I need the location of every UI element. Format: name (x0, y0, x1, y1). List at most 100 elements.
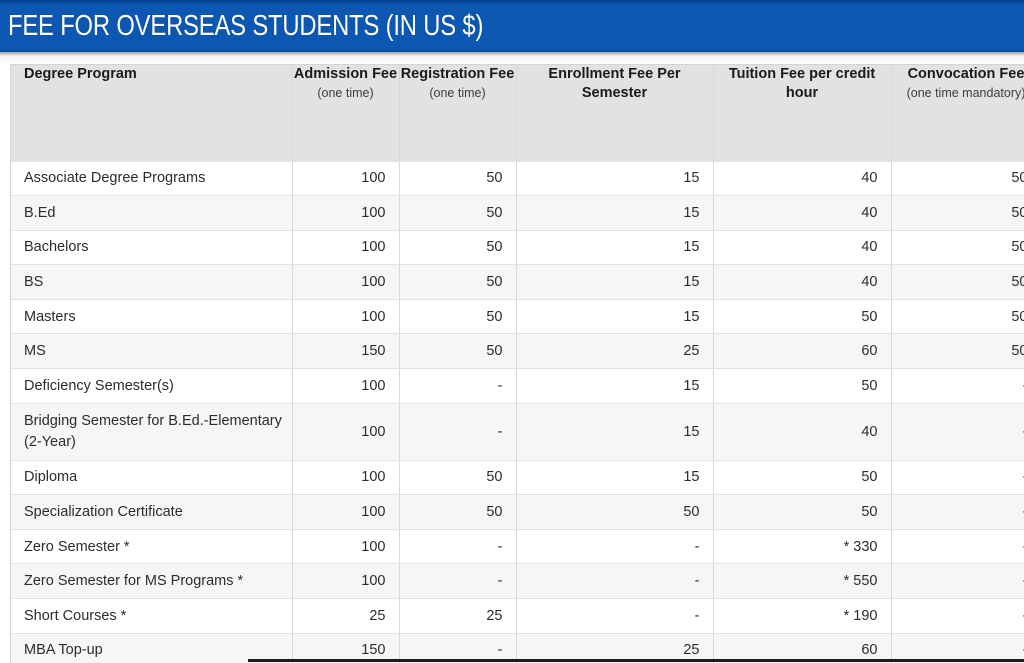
cell-tuition-fee: 40 (713, 403, 892, 461)
page-title: FEE FOR OVERSEAS STUDENTS (IN US $) (8, 10, 484, 42)
column-header-label: Admission Fee (293, 66, 398, 82)
cell-convocation-fee: - (891, 403, 1024, 461)
table-row: BS 100 50 15 40 50 (11, 264, 1024, 300)
header-row: Degree Program Admission Fee (one time) … (11, 65, 1024, 162)
cell-admission-fee: 100 (292, 563, 400, 600)
cell-registration-fee: 50 (399, 195, 517, 231)
cell-convocation-fee: 50 (891, 230, 1024, 266)
cell-tuition-fee: 40 (713, 195, 892, 231)
cell-tuition-fee: 50 (713, 368, 892, 404)
cell-convocation-fee: - (891, 460, 1024, 496)
cell-admission-fee: 100 (292, 195, 400, 231)
cell-convocation-fee: 50 (891, 195, 1024, 231)
cell-enrollment-fee: 15 (516, 368, 714, 404)
cell-tuition-fee: 50 (713, 299, 892, 335)
cell-admission-fee: 150 (292, 333, 400, 370)
degree-program-label: BS (24, 274, 44, 291)
cell-tuition-fee: 60 (713, 333, 892, 370)
cell-tuition-fee: 40 (713, 264, 892, 300)
cell-degree-program: MS (11, 333, 293, 370)
cell-admission-fee: 100 (292, 299, 400, 335)
cell-tuition-fee: 40 (713, 230, 892, 266)
degree-program-label: MS (24, 343, 46, 360)
column-header-convocation-fee: Convocation Fee (one time mandatory) (891, 65, 1024, 162)
cell-registration-fee: 50 (399, 264, 517, 300)
column-header-tuition-fee: Tuition Fee per credit hour (713, 65, 892, 162)
cell-registration-fee: 50 (399, 460, 517, 496)
column-header-enrollment-fee: Enrollment Fee Per Semester (516, 65, 714, 162)
cell-registration-fee: 50 (399, 494, 517, 530)
cell-degree-program: Specialization Certificate (11, 494, 293, 530)
table-row: Bridging Semester for B.Ed.-Elementary (… (11, 403, 1024, 461)
cell-tuition-fee: 50 (713, 494, 892, 530)
degree-program-label: Zero Semester * (24, 538, 130, 555)
cell-enrollment-fee: 15 (516, 161, 714, 197)
cell-enrollment-fee: 50 (516, 494, 714, 530)
cell-enrollment-fee: 25 (516, 333, 714, 370)
column-header-sublabel: (one time) (429, 86, 486, 100)
fee-table-page: FEE FOR OVERSEAS STUDENTS (IN US $) Degr… (0, 0, 1024, 663)
table-row: Specialization Certificate100505050- (11, 494, 1024, 530)
cell-convocation-fee: - (891, 598, 1024, 634)
cell-degree-program: Bachelors (11, 230, 293, 266)
cell-degree-program: Associate Degree Programs (11, 161, 293, 197)
table-row: Associate Degree Programs 100 50 15 40 50 (11, 161, 1024, 197)
table-row: Short Courses *2525-* 190- (11, 598, 1024, 634)
cell-enrollment-fee: 15 (516, 299, 714, 335)
cell-degree-program: B.Ed (11, 195, 293, 231)
table-row: MS 150 50 25 60 50 (11, 333, 1024, 370)
column-header-sublabel: (one time mandatory) (906, 86, 1024, 100)
cell-registration-fee: 50 (399, 230, 517, 266)
cell-convocation-fee: - (891, 494, 1024, 530)
table-row: Zero Semester for MS Programs * 100- - * 55… (11, 563, 1024, 600)
column-header-label: Tuition Fee per credit hour (728, 66, 876, 101)
cell-enrollment-fee: - (516, 598, 714, 634)
cell-degree-program: Masters (11, 299, 293, 335)
cell-admission-fee: 100 (292, 264, 400, 300)
cell-degree-program: Bridging Semester for B.Ed.-Elementary (… (11, 403, 293, 461)
cell-degree-program: BS (11, 264, 293, 300)
cell-convocation-fee: - (891, 368, 1024, 404)
cell-degree-program: Zero Semester for MS Programs * (11, 563, 293, 600)
fee-table-container: Degree Program Admission Fee (one time) … (10, 64, 1024, 663)
cell-convocation-fee: 50 (891, 264, 1024, 300)
cell-registration-fee: - (399, 403, 517, 461)
fee-table-body: Associate Degree Programs 100 50 15 40 50 B.Ed… (11, 161, 1024, 663)
column-header-admission-fee: Admission Fee (one time) (292, 65, 400, 162)
column-header-label: Convocation Fee (907, 66, 1024, 82)
degree-program-label: Deficiency Semester(s) (24, 377, 174, 394)
cell-tuition-fee: 50 (713, 460, 892, 496)
column-header-degree-program: Degree Program (11, 65, 293, 162)
column-header-label: Registration Fee (400, 66, 515, 82)
cell-registration-fee: - (399, 563, 517, 600)
table-row: Zero Semester *100--* 330- (11, 529, 1024, 565)
cell-enrollment-fee: 15 (516, 403, 714, 461)
table-row: B.Ed 100 50 15 40 50 (11, 195, 1024, 231)
degree-program-label: Short Courses * (24, 607, 127, 624)
cell-admission-fee: 100 (292, 460, 400, 496)
cell-degree-program: Deficiency Semester(s) (11, 368, 293, 404)
cell-admission-fee: 100 (292, 230, 400, 266)
column-header-sublabel: (one time) (317, 86, 374, 100)
table-row: Bachelors 100 50 15 40 50 (11, 230, 1024, 266)
cell-convocation-fee: 50 (891, 161, 1024, 197)
cell-enrollment-fee: 15 (516, 264, 714, 300)
cell-degree-program: Zero Semester * (11, 529, 293, 565)
degree-program-label: Bridging Semester for B.Ed.-Elementary (… (24, 412, 282, 450)
column-header-label: Enrollment Fee Per Semester (548, 66, 681, 101)
table-row: Masters 100 50 15 50 50 (11, 299, 1024, 335)
cell-enrollment-fee: 15 (516, 195, 714, 231)
cell-enrollment-fee: - (516, 563, 714, 600)
degree-program-label: Specialization Certificate (24, 504, 183, 521)
cell-enrollment-fee: 15 (516, 460, 714, 496)
table-row: Deficiency Semester(s)100-1550- (11, 368, 1024, 404)
degree-program-label: Bachelors (24, 239, 89, 256)
degree-program-label: B.Ed (24, 204, 56, 221)
cell-enrollment-fee: 15 (516, 230, 714, 266)
cell-tuition-fee: * 190 (713, 598, 892, 634)
banner-fade (0, 56, 1024, 64)
cell-registration-fee: - (399, 529, 517, 565)
cell-admission-fee: 100 (292, 403, 400, 461)
cell-admission-fee: 100 (292, 368, 400, 404)
cell-convocation-fee: - (891, 529, 1024, 565)
